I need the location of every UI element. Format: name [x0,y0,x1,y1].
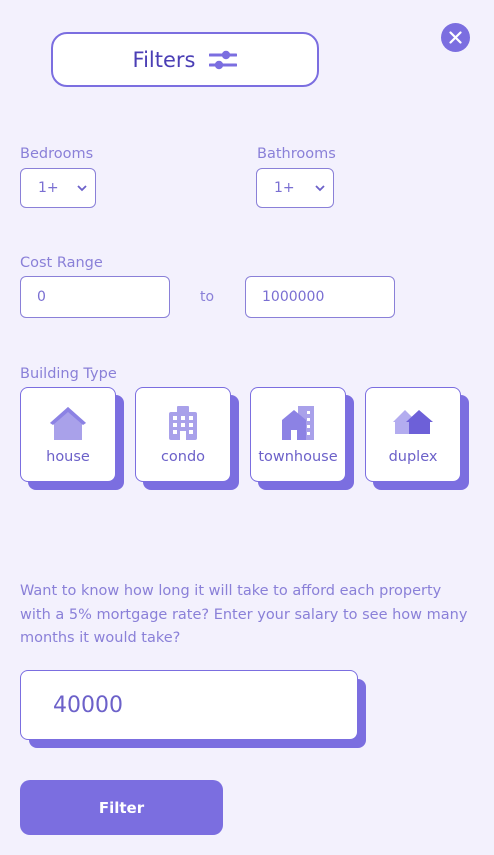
cost-range-label: Cost Range [20,255,103,271]
building-type-card[interactable]: duplex [365,387,461,482]
bathrooms-select[interactable]: 1+ [256,168,334,208]
building-type-duplex[interactable]: duplex [365,387,469,490]
close-button[interactable] [441,23,470,52]
cost-range-separator: to [200,289,215,305]
cost-max-input[interactable]: 1000000 [245,276,395,318]
filters-panel: Filters Bedrooms 1+ Bathrooms 1+ Cost Ra… [0,0,494,855]
building-type-name: condo [160,449,206,465]
chevron-down-icon [77,185,87,192]
building-type-card[interactable]: condo [135,387,231,482]
bathrooms-label: Bathrooms [257,146,336,162]
building-type-condo[interactable]: condo [135,387,239,490]
close-icon [449,31,462,44]
building-type-card[interactable]: townhouse [250,387,346,482]
filter-button[interactable]: Filter [20,780,223,835]
townhouse-icon [282,406,314,440]
condo-icon [169,406,197,440]
building-type-label: Building Type [20,366,117,382]
mortgage-info-text: Want to know how long it will take to af… [20,583,468,646]
building-type-townhouse[interactable]: townhouse [250,387,354,490]
sliders-icon [208,49,238,71]
chevron-down-icon [315,185,325,192]
building-type-card[interactable]: house [20,387,116,482]
building-type-name: townhouse [258,449,338,465]
salary-field[interactable]: 40000 [20,670,366,748]
filters-title: Filters [132,47,196,72]
building-type-name: house [46,449,90,465]
cost-min-input[interactable]: 0 [20,276,170,318]
building-type-name: duplex [388,449,438,465]
bedrooms-select[interactable]: 1+ [20,168,96,208]
bathrooms-value: 1+ [274,180,295,196]
bedrooms-label: Bedrooms [20,146,94,162]
filters-header[interactable]: Filters [51,32,319,87]
salary-input[interactable]: 40000 [20,670,358,740]
building-type-house[interactable]: house [20,387,124,490]
house-icon [50,407,86,440]
bedrooms-value: 1+ [38,180,59,196]
duplex-icon [393,410,433,434]
